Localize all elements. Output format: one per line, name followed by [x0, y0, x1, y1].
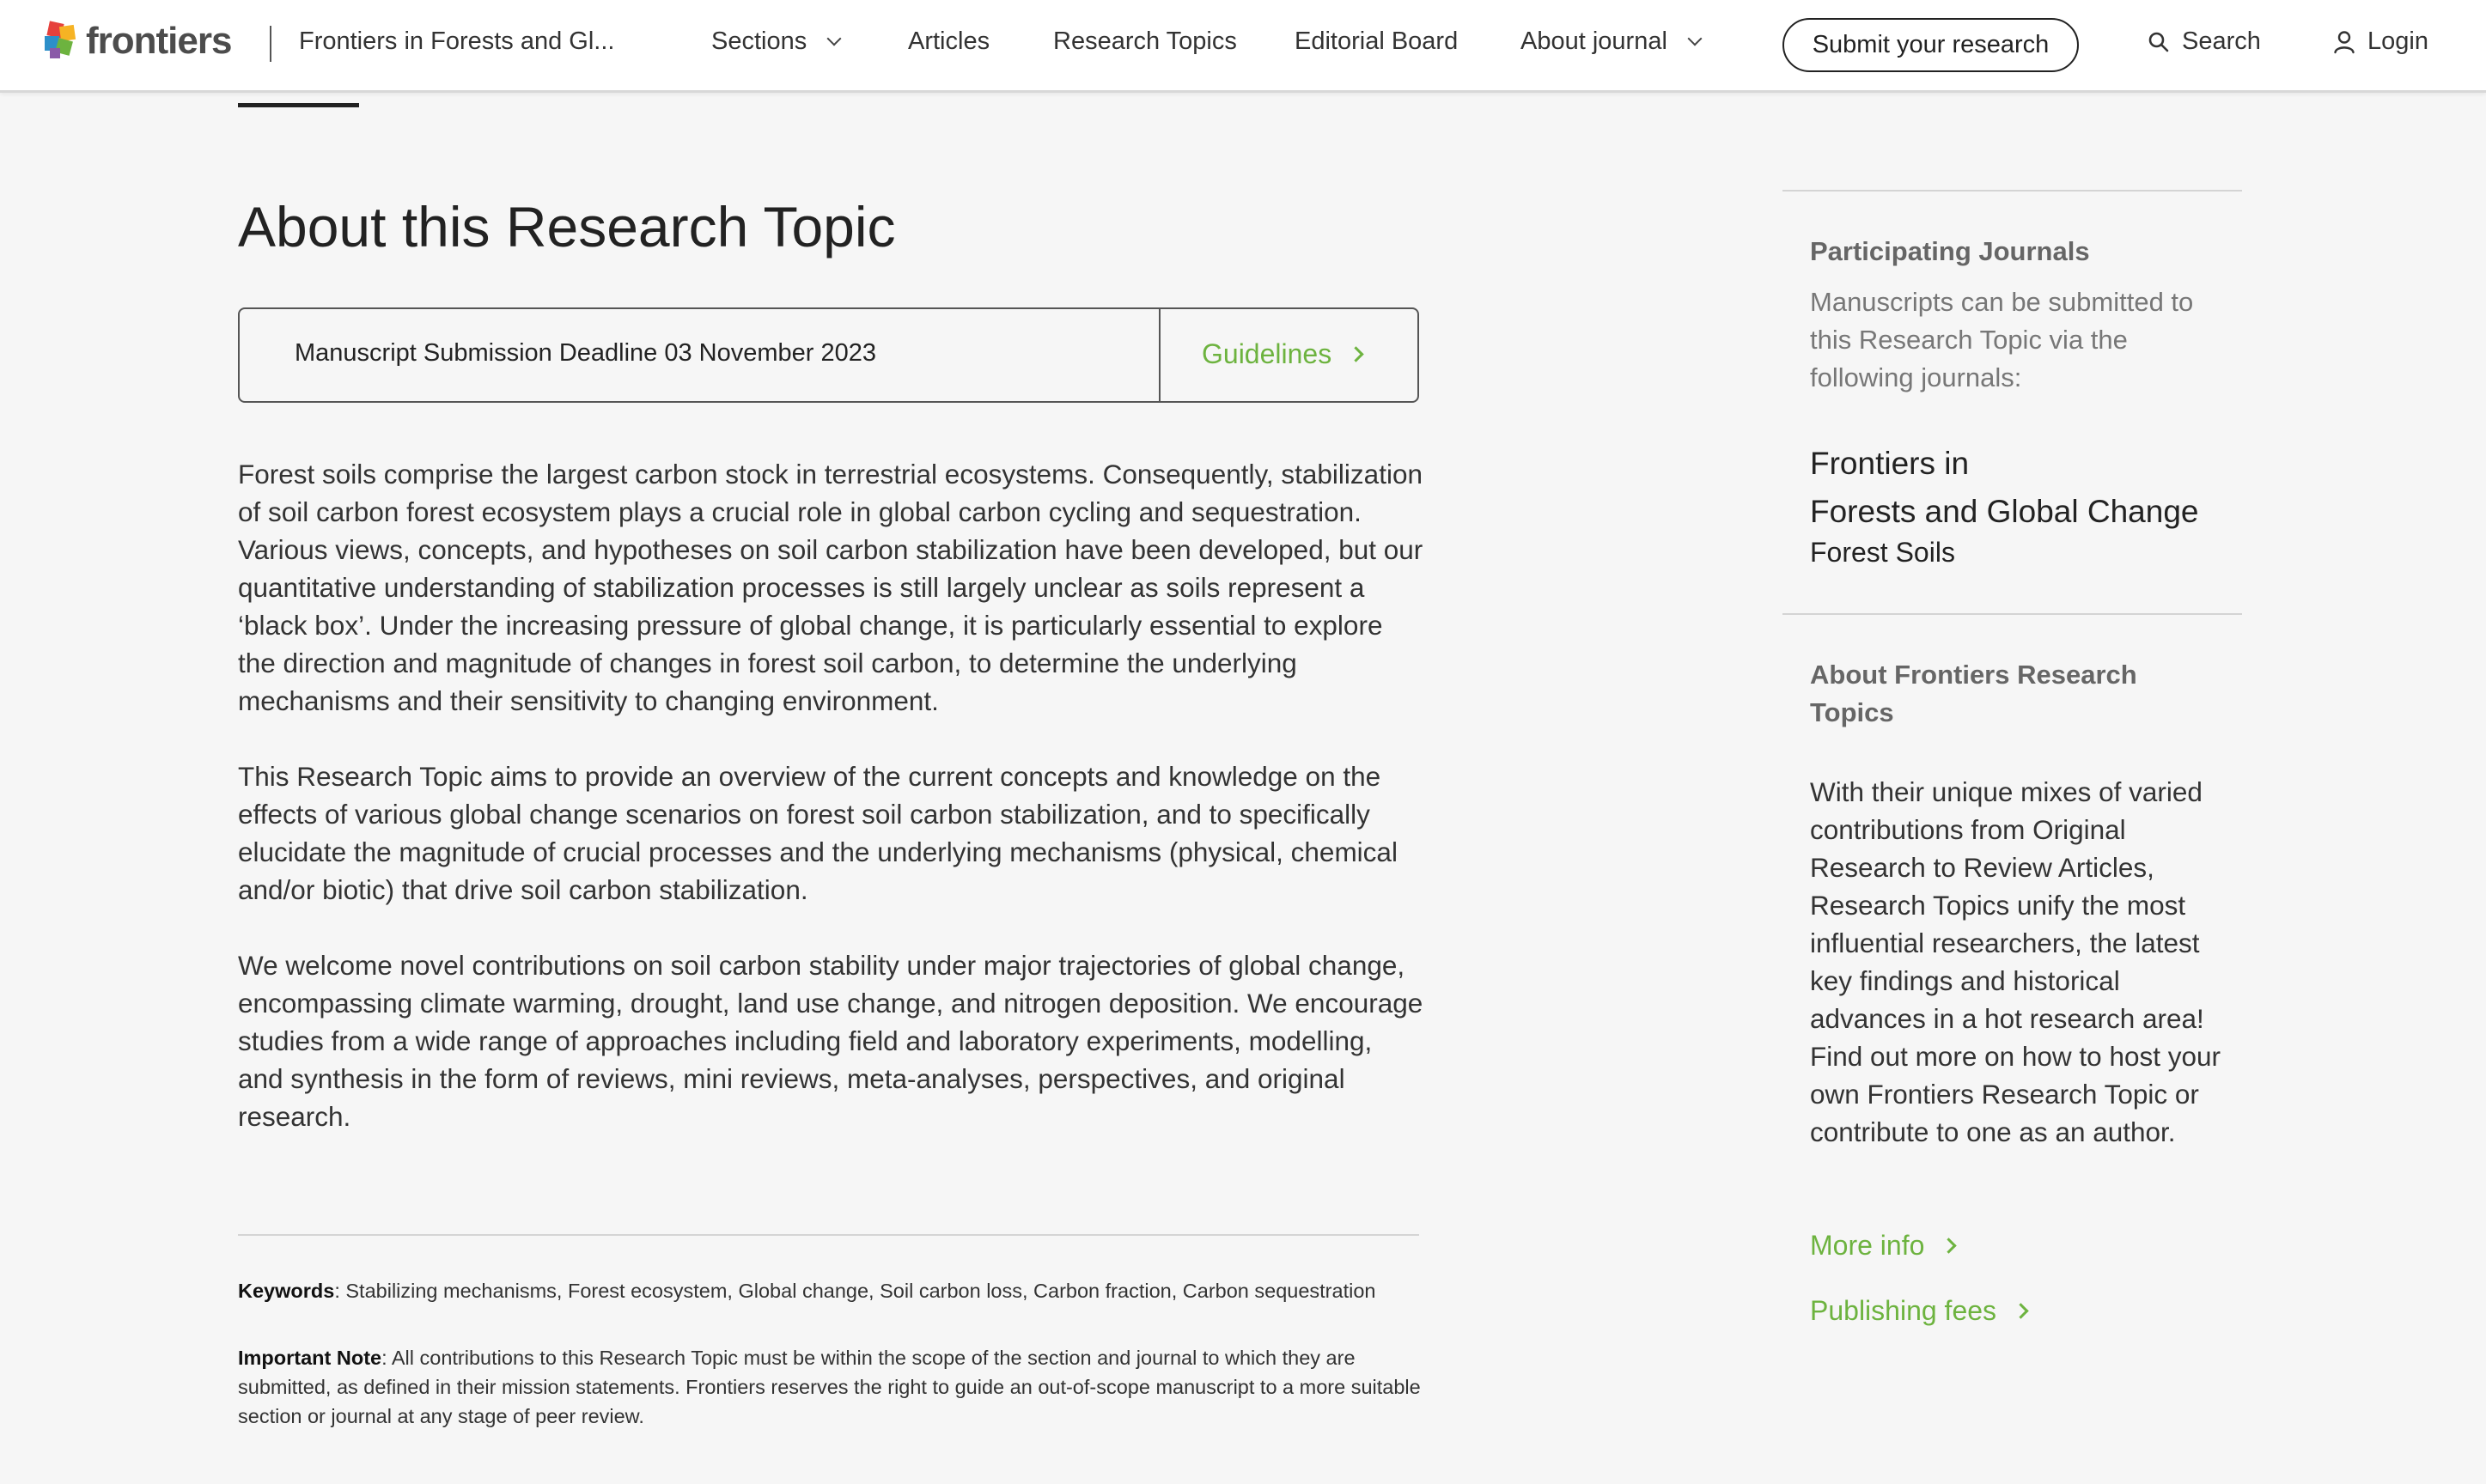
keywords: Keywords: Stabilizing mechanisms, Forest…: [238, 1276, 1423, 1305]
sidebar-divider-top: [1782, 190, 2242, 192]
publishing-fees-link[interactable]: Publishing fees: [1810, 1295, 2029, 1327]
keywords-label: Keywords: [238, 1280, 335, 1302]
chevron-right-icon: [1348, 346, 1364, 362]
nav-articles-label: Articles: [908, 27, 990, 55]
nav-editorial-board[interactable]: Editorial Board: [1295, 27, 1458, 56]
search-label: Search: [2182, 27, 2261, 55]
nav-editorial-board-label: Editorial Board: [1295, 27, 1459, 55]
login-button[interactable]: Login: [2333, 27, 2428, 56]
frontiers-logo-icon: [45, 21, 77, 62]
nav-sections[interactable]: Sections: [711, 27, 842, 56]
participating-journals-heading: Participating Journals: [1810, 236, 2090, 266]
journal-link[interactable]: Frontiers in Forests and Global Change: [1810, 440, 2222, 536]
important-note-text: : All contributions to this Research Top…: [238, 1347, 1421, 1427]
nav-research-topics-label: Research Topics: [1053, 27, 1237, 55]
chevron-right-icon: [1941, 1238, 1958, 1254]
chevron-down-icon: [826, 31, 842, 46]
chevron-down-icon: [1687, 31, 1703, 46]
chevron-right-icon: [2013, 1303, 2029, 1319]
description-paragraph-2: This Research Topic aims to provide an o…: [238, 761, 1398, 905]
frontiers-logo[interactable]: frontiers: [45, 19, 232, 64]
nav-research-topics[interactable]: Research Topics: [1053, 27, 1237, 56]
page-title: About this Research Topic: [238, 195, 896, 258]
submission-deadline-text: Manuscript Submission Deadline 03 Novemb…: [295, 339, 877, 367]
deadline-divider: [1159, 309, 1161, 401]
important-note: Important Note: All contributions to thi…: [238, 1343, 1423, 1431]
description-paragraph-1: Forest soils comprise the largest carbon…: [238, 459, 1423, 716]
keywords-list: : Stabilizing mechanisms, Forest ecosyst…: [334, 1280, 1376, 1302]
journal-name-line2: Forests and Global Change: [1810, 494, 2199, 529]
more-info-link[interactable]: More info: [1810, 1230, 1958, 1262]
search-icon: [2148, 32, 2169, 52]
search-button[interactable]: Search: [2148, 27, 2261, 56]
more-info-label: More info: [1810, 1230, 1925, 1261]
header-divider: [270, 26, 271, 62]
nav-about-journal[interactable]: About journal: [1520, 27, 1703, 56]
important-note-label: Important Note: [238, 1347, 382, 1369]
guidelines-label: Guidelines: [1202, 338, 1332, 369]
login-label: Login: [2367, 27, 2428, 55]
logo-text: frontiers: [86, 20, 232, 62]
sidebar-divider-mid: [1782, 613, 2242, 615]
user-icon: [2334, 30, 2355, 53]
participating-journals-text: Manuscripts can be submitted to this Res…: [1810, 287, 2194, 392]
top-navigation-bar: frontiers Frontiers in Forests and Gl...…: [0, 0, 2486, 93]
journal-name-link[interactable]: Frontiers in Forests and Gl...: [299, 27, 614, 56]
active-tab-indicator: [238, 103, 359, 107]
nav-sections-label: Sections: [711, 27, 807, 55]
nav-articles[interactable]: Articles: [908, 27, 990, 56]
guidelines-link[interactable]: Guidelines: [1202, 338, 1364, 370]
nav-about-journal-label: About journal: [1520, 27, 1667, 55]
journal-name-line1: Frontiers in: [1810, 446, 1970, 481]
publishing-fees-label: Publishing fees: [1810, 1295, 1997, 1326]
about-research-topics-text: With their unique mixes of varied contri…: [1810, 776, 2221, 1147]
submit-research-button[interactable]: Submit your research: [1782, 18, 2079, 72]
content-divider: [238, 1234, 1419, 1236]
about-research-topics-heading: About Frontiers Research Topics: [1810, 660, 2137, 727]
description-paragraph-3: We welcome novel contributions on soil c…: [238, 950, 1423, 1132]
submission-deadline-box: Manuscript Submission Deadline 03 Novemb…: [238, 307, 1419, 403]
journal-section-link[interactable]: Forest Soils: [1810, 537, 1955, 569]
